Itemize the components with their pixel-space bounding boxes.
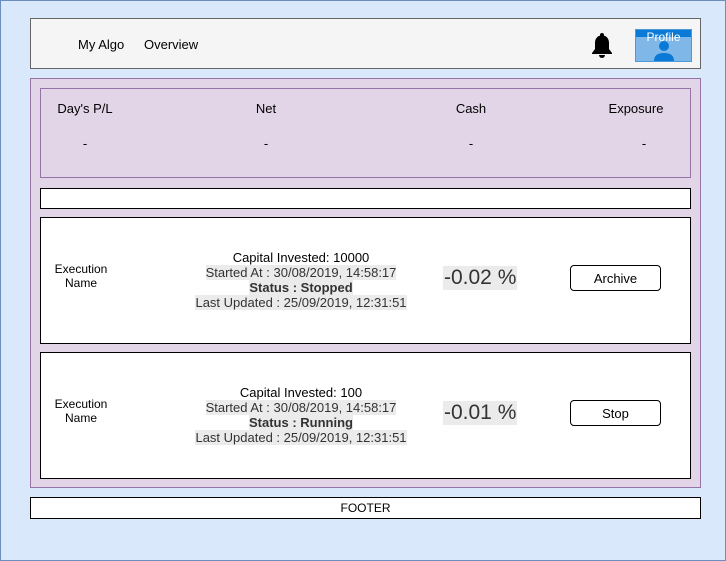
summary-value: -: [263, 136, 269, 151]
nav-my-algo[interactable]: My Algo: [78, 37, 124, 52]
last-updated: Last Updated : 25/09/2019, 12:31:51: [195, 295, 407, 310]
capital-invested: Capital Invested: 100: [239, 385, 363, 400]
summary-panel: Day's P/L - Net - Cash - Exposure -: [40, 88, 691, 178]
user-icon: [654, 41, 674, 61]
summary-title: Exposure: [608, 101, 664, 116]
archive-button[interactable]: Archive: [570, 265, 661, 291]
execution-info: Capital Invested: 10000 Started At : 30/…: [171, 250, 431, 310]
status: Status : Running: [249, 415, 353, 430]
started-at: Started At : 30/08/2019, 14:58:17: [205, 265, 397, 280]
execution-card: Execution Name Capital Invested: 10000 S…: [40, 217, 691, 344]
stop-button[interactable]: Stop: [570, 400, 661, 426]
summary-value: -: [468, 136, 474, 151]
summary-value: -: [82, 136, 88, 151]
last-updated: Last Updated : 25/09/2019, 12:31:51: [195, 430, 407, 445]
summary-title: Day's P/L: [57, 101, 113, 116]
pnl-percent: -0.02 %: [443, 266, 518, 290]
filter-bar: [40, 188, 691, 209]
header: My Algo Overview Profile: [30, 18, 701, 69]
summary-value: -: [641, 136, 647, 151]
execution-card: Execution Name Capital Invested: 100 Sta…: [40, 352, 691, 479]
started-at: Started At : 30/08/2019, 14:58:17: [205, 400, 397, 415]
footer: FOOTER: [30, 497, 701, 519]
profile-button[interactable]: Profile: [635, 29, 692, 62]
summary-title: Net: [255, 101, 277, 116]
summary-title: Cash: [455, 101, 487, 116]
execution-info: Capital Invested: 100 Started At : 30/08…: [171, 385, 431, 445]
nav-overview[interactable]: Overview: [144, 37, 198, 52]
pnl-percent: -0.01 %: [443, 401, 518, 425]
status: Status : Stopped: [249, 280, 353, 295]
bell-icon[interactable]: [589, 31, 615, 59]
execution-name: Execution Name: [54, 262, 108, 290]
execution-name: Execution Name: [54, 397, 108, 425]
capital-invested: Capital Invested: 10000: [232, 250, 370, 265]
